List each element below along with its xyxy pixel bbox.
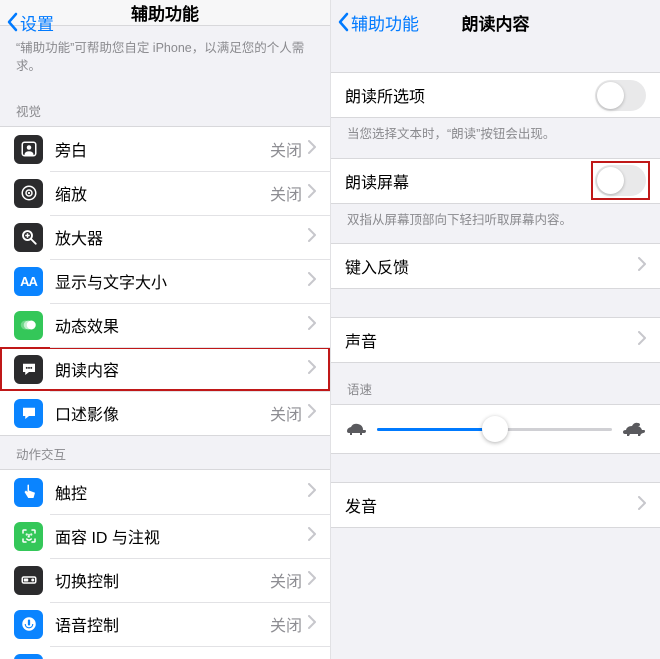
chevron-right-icon xyxy=(308,140,316,159)
slider-thumb[interactable] xyxy=(482,416,508,442)
note-screen: 双指从屏幕顶部向下轻扫听取屏幕内容。 xyxy=(331,204,660,244)
row-label: 语音控制 xyxy=(55,612,270,636)
group-screen: 朗读屏幕 xyxy=(331,158,660,204)
faceid-icon xyxy=(14,522,43,551)
chevron-right-icon xyxy=(308,228,316,247)
group-selection: 朗读所选项 xyxy=(331,72,660,118)
motor-group: 触控面容 ID 与注视切换控制关闭语音控制关闭侧边按钮 xyxy=(0,469,330,659)
row-faceid[interactable]: 面容 ID 与注视 xyxy=(0,514,330,558)
row-voicectrl[interactable]: 语音控制关闭 xyxy=(0,602,330,646)
row-zoom[interactable]: 缩放关闭 xyxy=(0,171,330,215)
chevron-right-icon xyxy=(308,360,316,379)
toggle-speak-screen-highlight xyxy=(595,165,646,196)
row-label: 发音 xyxy=(345,493,638,517)
magnifier-icon xyxy=(14,223,43,252)
row-label: 触控 xyxy=(55,480,308,504)
row-status: 关闭 xyxy=(270,612,302,636)
row-typing-feedback[interactable]: 键入反馈 xyxy=(331,244,660,288)
row-label: 朗读屏幕 xyxy=(345,169,595,193)
chevron-right-icon xyxy=(308,404,316,423)
slider-fill xyxy=(377,428,495,431)
audiodesc-icon xyxy=(14,399,43,428)
group-rate xyxy=(331,404,660,454)
group-voices: 声音 xyxy=(331,317,660,363)
chevron-right-icon xyxy=(308,615,316,634)
note-selection: 当您选择文本时，“朗读”按钮会出现。 xyxy=(331,118,660,158)
row-motion[interactable]: 动态效果 xyxy=(0,303,330,347)
row-speaking-rate xyxy=(331,405,660,453)
back-button-right[interactable]: 辅助功能 xyxy=(337,0,419,44)
zoom-icon xyxy=(14,179,43,208)
navbar-left: 设置 辅助功能 xyxy=(0,0,330,26)
row-status: 关闭 xyxy=(270,181,302,205)
row-label: 键入反馈 xyxy=(345,254,638,278)
nav-title-left: 辅助功能 xyxy=(131,0,199,25)
row-label: 口述影像 xyxy=(55,401,270,425)
section-header-vision: 视觉 xyxy=(0,93,330,126)
group-pronunciation: 发音 xyxy=(331,482,660,528)
section-header-motor: 动作交互 xyxy=(0,436,330,469)
navbar-right: 辅助功能 朗读内容 xyxy=(331,0,660,44)
row-label: 声音 xyxy=(345,328,638,352)
textsize-icon: AA xyxy=(14,267,43,296)
chevron-right-icon xyxy=(638,331,646,350)
row-speak-selection[interactable]: 朗读所选项 xyxy=(331,73,660,117)
chevron-right-icon xyxy=(308,527,316,546)
row-textsize[interactable]: AA 显示与文字大小 xyxy=(0,259,330,303)
row-label: 旁白 xyxy=(55,137,270,161)
section-header-rate: 语速 xyxy=(331,363,660,404)
row-label: 朗读内容 xyxy=(55,357,308,381)
chevron-right-icon xyxy=(308,571,316,590)
back-label-right: 辅助功能 xyxy=(351,10,419,35)
row-label: 朗读所选项 xyxy=(345,83,595,107)
chevron-right-icon xyxy=(638,257,646,276)
voiceover-icon xyxy=(14,135,43,164)
back-label-left: 设置 xyxy=(20,10,54,35)
tortoise-icon xyxy=(345,421,367,437)
accessibility-pane: 设置 辅助功能 “辅助功能”可帮助您自定 iPhone，以满足您的个人需求。 视… xyxy=(0,0,330,659)
row-label: 切换控制 xyxy=(55,568,270,592)
row-voiceover[interactable]: 旁白关闭 xyxy=(0,127,330,171)
chevron-left-icon xyxy=(337,12,349,32)
row-speak-screen[interactable]: 朗读屏幕 xyxy=(331,159,660,203)
vision-group: 旁白关闭缩放关闭放大器AA显示与文字大小动态效果朗读内容口述影像关闭 xyxy=(0,126,330,436)
row-label: 缩放 xyxy=(55,181,270,205)
row-audiodesc[interactable]: 口述影像关闭 xyxy=(0,391,330,435)
motion-icon xyxy=(14,311,43,340)
chevron-right-icon xyxy=(638,496,646,515)
chevron-left-icon xyxy=(6,12,18,32)
row-switchctrl[interactable]: 切换控制关闭 xyxy=(0,558,330,602)
back-button-left[interactable]: 设置 xyxy=(6,0,54,44)
row-sidebutton[interactable]: 侧边按钮 xyxy=(0,646,330,659)
sidebutton-icon xyxy=(14,654,43,659)
row-touch[interactable]: 触控 xyxy=(0,470,330,514)
spoken-content-pane: 辅助功能 朗读内容 朗读所选项 当您选择文本时，“朗读”按钮会出现。 朗读屏幕 … xyxy=(330,0,660,659)
chevron-right-icon xyxy=(308,184,316,203)
row-label: 显示与文字大小 xyxy=(55,269,308,293)
row-label: 面容 ID 与注视 xyxy=(55,524,308,548)
row-pronunciation[interactable]: 发音 xyxy=(331,483,660,527)
chevron-right-icon xyxy=(308,272,316,291)
row-status: 关闭 xyxy=(270,137,302,161)
row-label: 放大器 xyxy=(55,225,308,249)
row-magnifier[interactable]: 放大器 xyxy=(0,215,330,259)
hare-icon xyxy=(622,421,646,437)
row-status: 关闭 xyxy=(270,568,302,592)
toggle-speak-selection[interactable] xyxy=(595,80,646,111)
chevron-right-icon xyxy=(308,316,316,335)
toggle-speak-screen[interactable] xyxy=(595,165,646,196)
speech-icon xyxy=(14,355,43,384)
row-speech[interactable]: 朗读内容 xyxy=(0,347,330,391)
group-typing: 键入反馈 xyxy=(331,243,660,289)
row-voices[interactable]: 声音 xyxy=(331,318,660,362)
voicectrl-icon xyxy=(14,610,43,639)
rate-slider[interactable] xyxy=(377,428,612,431)
switchctrl-icon xyxy=(14,566,43,595)
row-status: 关闭 xyxy=(270,401,302,425)
chevron-right-icon xyxy=(308,483,316,502)
row-label: 动态效果 xyxy=(55,313,308,337)
nav-title-right: 朗读内容 xyxy=(462,10,530,35)
touch-icon xyxy=(14,478,43,507)
